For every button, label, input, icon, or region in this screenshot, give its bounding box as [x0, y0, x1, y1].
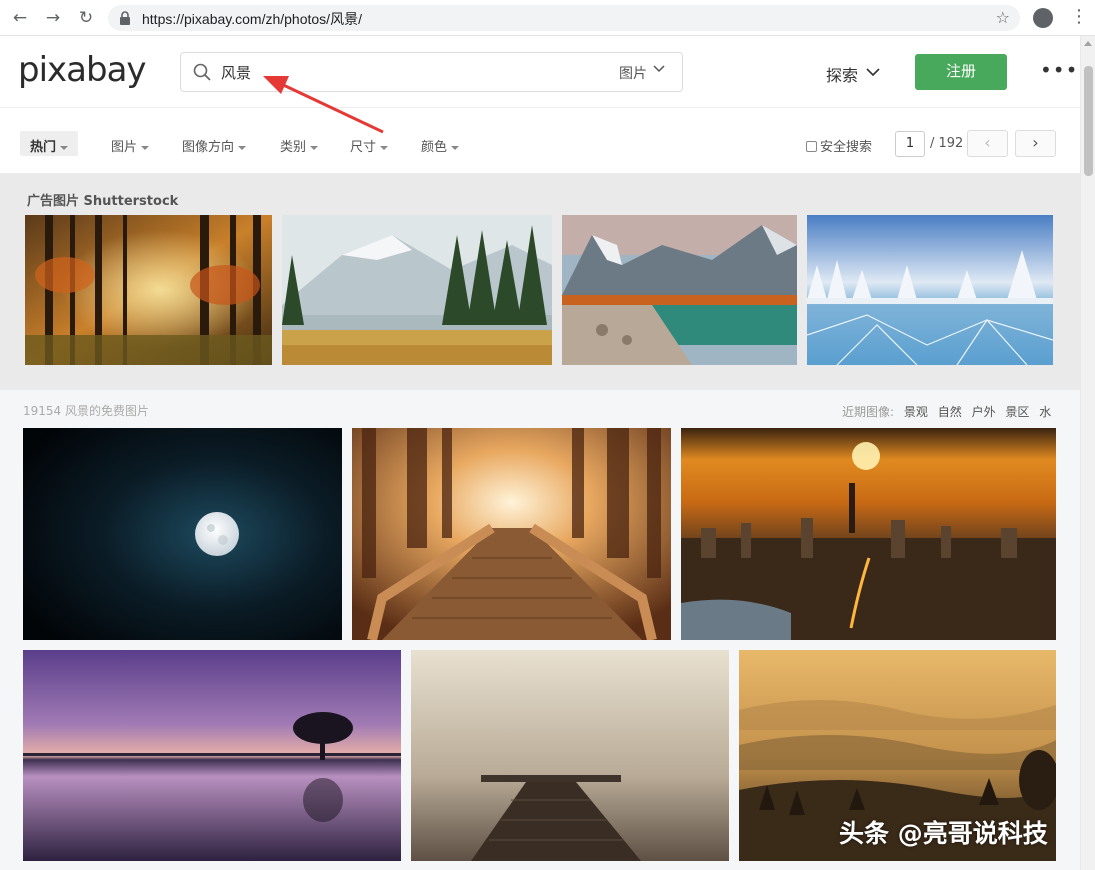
- recent-tags: 近期图像: 景观 自然 户外 景区 水: [842, 403, 1051, 420]
- ad-image-autumn-forest[interactable]: [25, 215, 272, 365]
- address-bar[interactable]: https://pixabay.com/zh/photos/风景/ ☆: [108, 5, 1020, 31]
- reload-icon[interactable]: ↻: [76, 8, 96, 28]
- page-total: / 192: [930, 136, 964, 151]
- tag-link[interactable]: 水: [1039, 405, 1051, 419]
- caret-down-icon: [141, 145, 150, 150]
- tag-link[interactable]: 景区: [1005, 405, 1029, 419]
- search-icon[interactable]: [193, 63, 211, 81]
- sponsored-section: 广告图片 Shutterstock: [0, 173, 1080, 390]
- chevron-down-icon[interactable]: [653, 64, 665, 74]
- browser-menu-icon[interactable]: ⋮: [1070, 7, 1088, 27]
- tag-link[interactable]: 景观: [904, 405, 928, 419]
- photo-forest-bridge[interactable]: [352, 428, 671, 640]
- checkbox-icon[interactable]: [806, 141, 817, 152]
- page-scrollbar[interactable]: [1080, 36, 1095, 870]
- filter-label: 图片: [111, 140, 138, 155]
- site-header: pixabay 图片 探索 注册 •••: [0, 36, 1080, 108]
- photo-city-sunset[interactable]: [681, 428, 1056, 640]
- ad-image-mountain-lake[interactable]: [282, 215, 552, 365]
- photo-purple-lake-tree[interactable]: [23, 650, 401, 861]
- safesearch-label: 安全搜索: [820, 140, 873, 155]
- caret-down-icon: [238, 145, 247, 150]
- tag-link[interactable]: 自然: [938, 405, 962, 419]
- page-number-input[interactable]: 1: [895, 131, 925, 157]
- filter-orientation[interactable]: 图像方向: [182, 136, 247, 155]
- ad-image-frozen-lake[interactable]: [807, 215, 1053, 365]
- filter-color[interactable]: 颜色: [421, 136, 460, 155]
- filter-label: 热门: [30, 140, 57, 155]
- recent-label: 近期图像:: [842, 405, 895, 419]
- signup-button[interactable]: 注册: [915, 54, 1007, 90]
- next-page-button[interactable]: ›: [1015, 130, 1056, 157]
- filter-label: 图像方向: [182, 140, 235, 155]
- filter-popular[interactable]: 热门: [20, 131, 78, 156]
- browser-toolbar: ← → ↻ https://pixabay.com/zh/photos/风景/ …: [0, 0, 1095, 36]
- watermark-text: 头条 @亮哥说科技: [839, 819, 1048, 848]
- chevron-down-icon[interactable]: [866, 67, 880, 77]
- caret-down-icon: [60, 145, 69, 150]
- photo-full-moon[interactable]: [23, 428, 342, 640]
- url-text[interactable]: https://pixabay.com/zh/photos/风景/: [142, 9, 362, 29]
- ad-image-dolomites-lake[interactable]: [562, 215, 797, 365]
- result-count: 19154 风景的免费图片: [23, 404, 149, 418]
- caret-down-icon: [380, 145, 389, 150]
- caret-down-icon: [451, 145, 460, 150]
- bookmark-star-icon[interactable]: ☆: [996, 8, 1010, 27]
- photo-foggy-pier[interactable]: [411, 650, 729, 861]
- tag-link[interactable]: 户外: [972, 405, 996, 419]
- explore-menu[interactable]: 探索: [826, 62, 858, 86]
- filter-bar: 热门 图片 图像方向 类别 尺寸 颜色 安全搜索 1 / 192 ‹ ›: [0, 108, 1080, 173]
- filter-label: 尺寸: [350, 140, 377, 155]
- filter-label: 类别: [280, 140, 307, 155]
- search-type-select[interactable]: 图片: [619, 63, 647, 83]
- forward-icon[interactable]: →: [43, 8, 63, 28]
- pixabay-logo[interactable]: pixabay: [18, 50, 147, 90]
- safesearch-toggle[interactable]: 安全搜索: [806, 136, 872, 155]
- scroll-thumb[interactable]: [1084, 66, 1093, 176]
- lock-icon: [120, 11, 130, 25]
- annotation-arrow-icon: [263, 76, 384, 134]
- back-icon[interactable]: ←: [10, 8, 30, 28]
- caret-down-icon: [310, 145, 319, 150]
- filter-image-type[interactable]: 图片: [111, 136, 150, 155]
- sponsored-title: 广告图片 Shutterstock: [27, 194, 179, 209]
- prev-page-button[interactable]: ‹: [967, 130, 1008, 157]
- more-menu-icon[interactable]: •••: [1040, 58, 1078, 82]
- profile-avatar-icon[interactable]: [1033, 8, 1053, 28]
- scroll-up-icon[interactable]: [1084, 41, 1092, 46]
- filter-label: 颜色: [421, 140, 448, 155]
